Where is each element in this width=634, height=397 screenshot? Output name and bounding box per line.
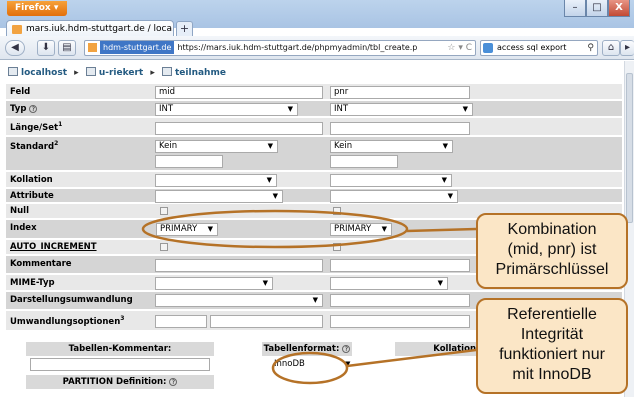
collation-select-2[interactable]: ▼	[330, 174, 452, 187]
attribute-select-2[interactable]: ▼	[330, 190, 458, 203]
close-button[interactable]: X	[608, 0, 630, 17]
firefox-menu-button[interactable]: Firefox ▾	[7, 1, 67, 16]
phpmyadmin-favicon-icon	[12, 25, 22, 34]
attribute-select-1[interactable]: ▼	[155, 190, 283, 203]
auto-increment-checkbox-1[interactable]	[160, 243, 168, 251]
row-kollation: Kollation	[6, 172, 622, 188]
label-umwandlungsoptionen: Umwandlungsoptionen	[10, 316, 121, 327]
label-attribute: Attribute	[10, 191, 54, 201]
transformation-options-input-2[interactable]	[330, 315, 470, 328]
kollation-header: Kollation	[395, 342, 479, 356]
engine-value: InnoDB	[274, 359, 305, 369]
innodb-callout: Referentielle Integrität funktioniert nu…	[476, 298, 628, 394]
comment-input-2[interactable]	[330, 259, 470, 272]
scrollbar-thumb[interactable]	[626, 73, 633, 223]
length-input-2[interactable]	[330, 122, 470, 135]
breadcrumb: localhost ▸ u-riekert ▸ teilnahme	[8, 67, 226, 78]
table-icon	[162, 67, 172, 76]
transformation-select-2[interactable]	[330, 294, 470, 307]
partition-definition-header: PARTITION Definition: ?	[26, 375, 214, 389]
tab-title: mars.iuk.hdm-stuttgart.de / loca...	[26, 24, 174, 34]
help-icon[interactable]: ?	[29, 105, 38, 113]
help-icon[interactable]: ?	[169, 378, 178, 386]
maximize-button[interactable]: □	[586, 0, 608, 17]
url-text: https://mars.iuk.hdm-stuttgart.de/phpmya…	[177, 43, 418, 52]
row-standard: Standard2	[6, 137, 622, 171]
type-select-2[interactable]: INT ▼	[330, 103, 473, 116]
database-icon	[85, 67, 96, 76]
breadcrumb-database[interactable]: u-riekert	[99, 68, 143, 78]
index-select-1[interactable]: PRIMARY ▼	[156, 223, 218, 236]
auto-increment-checkbox-2[interactable]	[333, 243, 341, 251]
collation-select-1[interactable]: ▼	[155, 174, 277, 187]
home-icon[interactable]: ⌂	[602, 40, 620, 56]
title-bar: Firefox ▾ – □ X mars.iuk.hdm-stuttgart.d…	[0, 0, 634, 37]
table-comment-input[interactable]	[30, 358, 210, 371]
label-auto-increment: AUTO_INCREMENT	[10, 242, 97, 252]
new-tab-button[interactable]: +	[176, 21, 193, 36]
breadcrumb-server[interactable]: localhost	[21, 68, 67, 78]
row-attribute: Attribute	[6, 189, 622, 203]
default-value-input-2[interactable]	[330, 155, 398, 168]
label-darstellungsumwandlung: Darstellungsumwandlung	[10, 295, 133, 305]
minimize-button[interactable]: –	[564, 0, 586, 17]
breadcrumb-table[interactable]: teilnahme	[175, 68, 226, 78]
site-favicon-icon	[88, 43, 97, 52]
site-identity-badge[interactable]: hdm-stuttgart.de	[100, 41, 175, 54]
index-select-2[interactable]: PRIMARY ▼	[330, 223, 392, 236]
toolbar-menu-icon[interactable]: ▸	[620, 40, 634, 56]
label-mime-typ: MIME-Typ	[10, 278, 55, 288]
label-kollation: Kollation	[10, 175, 53, 185]
comment-input-1[interactable]	[155, 259, 323, 272]
storage-engine-select[interactable]: InnoDB ▼	[247, 358, 357, 371]
navigation-toolbar: ◀ ⬇ ▤ hdm-stuttgart.de https://mars.iuk.h…	[0, 36, 634, 60]
label-kommentare: Kommentare	[10, 259, 72, 269]
row-typ: Typ ?	[6, 101, 622, 117]
default-select-1[interactable]: Kein ▼	[155, 140, 278, 153]
label-feld: Feld	[10, 87, 31, 97]
url-bar[interactable]: hdm-stuttgart.de https://mars.iuk.hdm-stu…	[84, 40, 476, 56]
label-standard: Standard	[10, 141, 55, 152]
mime-select-2[interactable]: ▼	[330, 277, 448, 290]
type-select-1[interactable]: INT ▼	[155, 103, 298, 116]
transformation-options-input-1[interactable]	[155, 315, 207, 328]
label-index: Index	[10, 223, 37, 233]
primary-key-callout: Kombination (mid, pnr) ist Primärschlüss…	[476, 213, 628, 289]
search-input[interactable]: access sql export	[497, 43, 566, 52]
label-null: Null	[10, 206, 29, 216]
transformation-select-1[interactable]: ▼	[155, 294, 323, 307]
length-input-1[interactable]	[155, 122, 323, 135]
browser-tab[interactable]: mars.iuk.hdm-stuttgart.de / loca...	[6, 20, 174, 37]
transformation-options-input-1b[interactable]	[210, 315, 323, 328]
default-value-input-1[interactable]	[155, 155, 223, 168]
reload-icon[interactable]: ☆ ▾ C	[447, 41, 472, 55]
search-icon[interactable]: ⚲	[587, 41, 594, 55]
help-icon[interactable]: ?	[342, 345, 351, 353]
label-laenge: Länge/Set	[10, 122, 59, 133]
field-name-input-2[interactable]: pnr	[330, 86, 470, 99]
server-icon	[8, 67, 18, 76]
field-name-input-1[interactable]: mid	[155, 86, 323, 99]
tabellenformat-header: Tabellenformat: ?	[262, 342, 352, 356]
search-engine-icon[interactable]	[483, 43, 493, 53]
download-icon[interactable]: ⬇	[37, 40, 55, 56]
mime-select-1[interactable]: ▼	[155, 277, 273, 290]
null-checkbox-1[interactable]	[160, 207, 168, 215]
label-typ: Typ	[10, 104, 27, 114]
default-select-2[interactable]: Kein ▼	[330, 140, 453, 153]
back-button[interactable]: ◀	[5, 40, 25, 56]
search-bar[interactable]: access sql export ⚲	[480, 40, 598, 56]
print-icon[interactable]: ▤	[58, 40, 76, 56]
tabellen-kommentar-header: Tabellen-Kommentar:	[26, 342, 214, 356]
null-checkbox-2[interactable]	[333, 207, 341, 215]
